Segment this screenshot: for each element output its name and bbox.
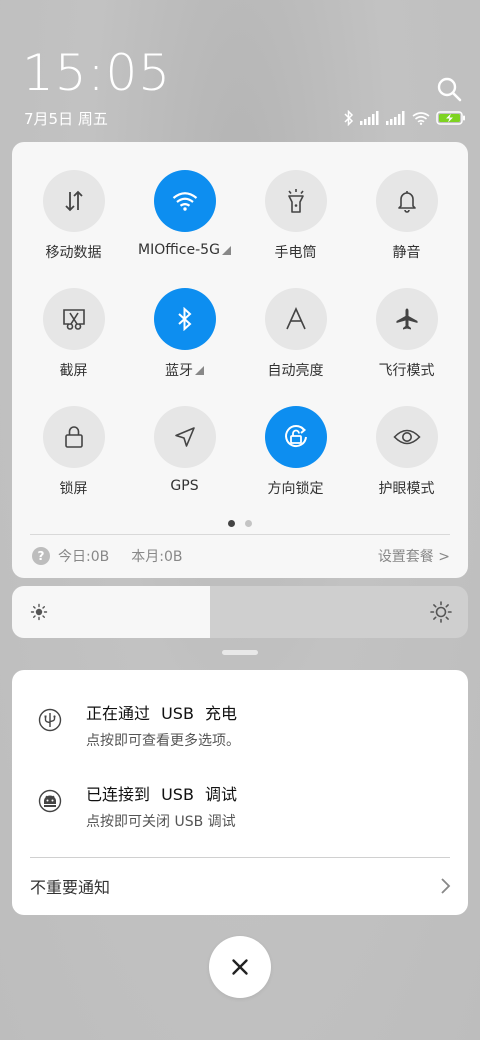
- mobile-data-icon: [64, 190, 83, 212]
- tile-label: 方向锁定: [267, 481, 324, 497]
- location-arrow-icon: [174, 427, 195, 447]
- brightness-high-icon: [430, 601, 452, 623]
- tile-mobile-data-button[interactable]: [42, 170, 105, 232]
- tile-flashlight[interactable]: 手电筒: [240, 170, 351, 262]
- signal-icon-2: [386, 111, 405, 125]
- tile-auto-brightness[interactable]: 自动亮度: [240, 288, 351, 380]
- close-icon: [232, 959, 248, 975]
- tile-auto-brightness-button[interactable]: [264, 288, 327, 350]
- unimportant-notifications-label: 不重要通知: [30, 878, 111, 897]
- data-today: 今日:0B: [58, 549, 110, 565]
- clock: 15:05: [22, 44, 172, 102]
- tile-wifi[interactable]: MIOffice-5G: [129, 170, 240, 262]
- notification-text: 正在通过 USB 充电 点按即可查看更多选项。: [86, 700, 240, 750]
- tile-rotation-lock-button[interactable]: [264, 406, 327, 468]
- screenshot-icon: [62, 309, 85, 330]
- tile-label: 蓝牙: [165, 360, 204, 380]
- notification-usb-charging[interactable]: 正在通过 USB 充电 点按即可查看更多选项。: [12, 700, 468, 760]
- notification-text: 已连接到 USB 调试 点按即可关闭 USB 调试: [86, 781, 237, 831]
- airplane-icon: [396, 308, 417, 330]
- lock-icon: [64, 426, 83, 448]
- tile-label: 护眼模式: [378, 481, 435, 497]
- tile-label: 移动数据: [45, 245, 102, 261]
- tile-wifi-button[interactable]: [153, 170, 216, 232]
- tile-label: GPS: [170, 478, 199, 494]
- tile-lock-screen[interactable]: 锁屏: [18, 406, 129, 498]
- drag-handle[interactable]: [222, 650, 258, 655]
- bluetooth-icon: [177, 307, 191, 331]
- bluetooth-status-icon: [344, 110, 354, 126]
- tile-label: 手电筒: [274, 245, 317, 261]
- tile-silent-button[interactable]: [375, 170, 438, 232]
- tile-lock-screen-button[interactable]: [42, 406, 105, 468]
- tile-label: 飞行模式: [378, 363, 435, 379]
- rotation-lock-icon: [284, 425, 307, 448]
- tile-label: MIOffice-5G: [138, 242, 231, 258]
- data-month: 本月:0B: [131, 549, 183, 565]
- chevron-right-icon: [441, 878, 451, 894]
- eye-icon: [392, 429, 421, 445]
- page-dot-1[interactable]: [228, 520, 235, 527]
- page-dot-2[interactable]: [245, 520, 252, 527]
- usb-icon: [38, 708, 62, 732]
- tile-screenshot[interactable]: 截屏: [18, 288, 129, 380]
- signal-icon: [360, 111, 379, 125]
- data-plan-settings-link[interactable]: 设置套餐 >: [378, 546, 450, 566]
- tile-eye-care[interactable]: 护眼模式: [351, 406, 462, 498]
- tile-label: 锁屏: [59, 481, 88, 497]
- quick-settings-panel: 移动数据 MIOffice-5G 手电筒 静音 截屏 蓝牙 自动亮度 飞行模式 …: [12, 142, 468, 578]
- battery-charging-icon: [436, 111, 465, 125]
- brightness-low-icon: [30, 603, 48, 621]
- tile-label: 自动亮度: [267, 363, 324, 379]
- tile-airplane-button[interactable]: [375, 288, 438, 350]
- tile-bluetooth[interactable]: 蓝牙: [129, 288, 240, 380]
- date: 7月5日 周五: [24, 110, 108, 128]
- flashlight-icon: [287, 189, 304, 213]
- expand-triangle-icon: [221, 245, 231, 255]
- wifi-status-icon: [412, 112, 430, 125]
- notification-subtitle: 点按即可查看更多选项。: [86, 733, 240, 749]
- quick-settings-grid: 移动数据 MIOffice-5G 手电筒 静音 截屏 蓝牙 自动亮度 飞行模式 …: [12, 170, 468, 498]
- notification-title: 已连接到 USB 调试: [86, 785, 238, 804]
- tile-label: 截屏: [59, 363, 88, 379]
- tile-gps-button[interactable]: [153, 406, 216, 468]
- notification-panel: 正在通过 USB 充电 点按即可查看更多选项。 已连接到 USB 调试 点按即可…: [12, 670, 468, 915]
- data-usage-row[interactable]: ? 今日:0B 本月:0B 设置套餐 >: [32, 544, 450, 568]
- divider: [30, 534, 450, 535]
- expand-triangle-icon: [195, 365, 204, 375]
- tile-airplane[interactable]: 飞行模式: [351, 288, 462, 380]
- bell-icon: [397, 191, 416, 213]
- tile-rotation-lock[interactable]: 方向锁定: [240, 406, 351, 498]
- wifi-icon: [172, 192, 197, 211]
- tile-bluetooth-button[interactable]: [153, 288, 216, 350]
- search-icon[interactable]: [436, 76, 462, 102]
- unimportant-notifications-row[interactable]: 不重要通知: [30, 872, 452, 900]
- notification-subtitle: 点按即可关闭 USB 调试: [86, 814, 236, 830]
- help-icon: ?: [32, 547, 50, 565]
- tile-silent[interactable]: 静音: [351, 170, 462, 262]
- notification-title: 正在通过 USB 充电: [86, 704, 238, 723]
- divider: [30, 857, 450, 858]
- tile-screenshot-button[interactable]: [42, 288, 105, 350]
- status-icons: [344, 108, 466, 128]
- android-debug-icon: [38, 789, 62, 813]
- brightness-slider[interactable]: [12, 586, 468, 638]
- auto-brightness-icon: [285, 307, 306, 330]
- tile-mobile-data[interactable]: 移动数据: [18, 170, 129, 262]
- tile-gps[interactable]: GPS: [129, 406, 240, 498]
- tile-eye-care-button[interactable]: [375, 406, 438, 468]
- clear-all-button[interactable]: [209, 936, 271, 998]
- tile-flashlight-button[interactable]: [264, 170, 327, 232]
- notification-usb-debugging[interactable]: 已连接到 USB 调试 点按即可关闭 USB 调试: [12, 781, 468, 841]
- page-indicator: [12, 520, 468, 527]
- tile-label: 静音: [392, 245, 421, 261]
